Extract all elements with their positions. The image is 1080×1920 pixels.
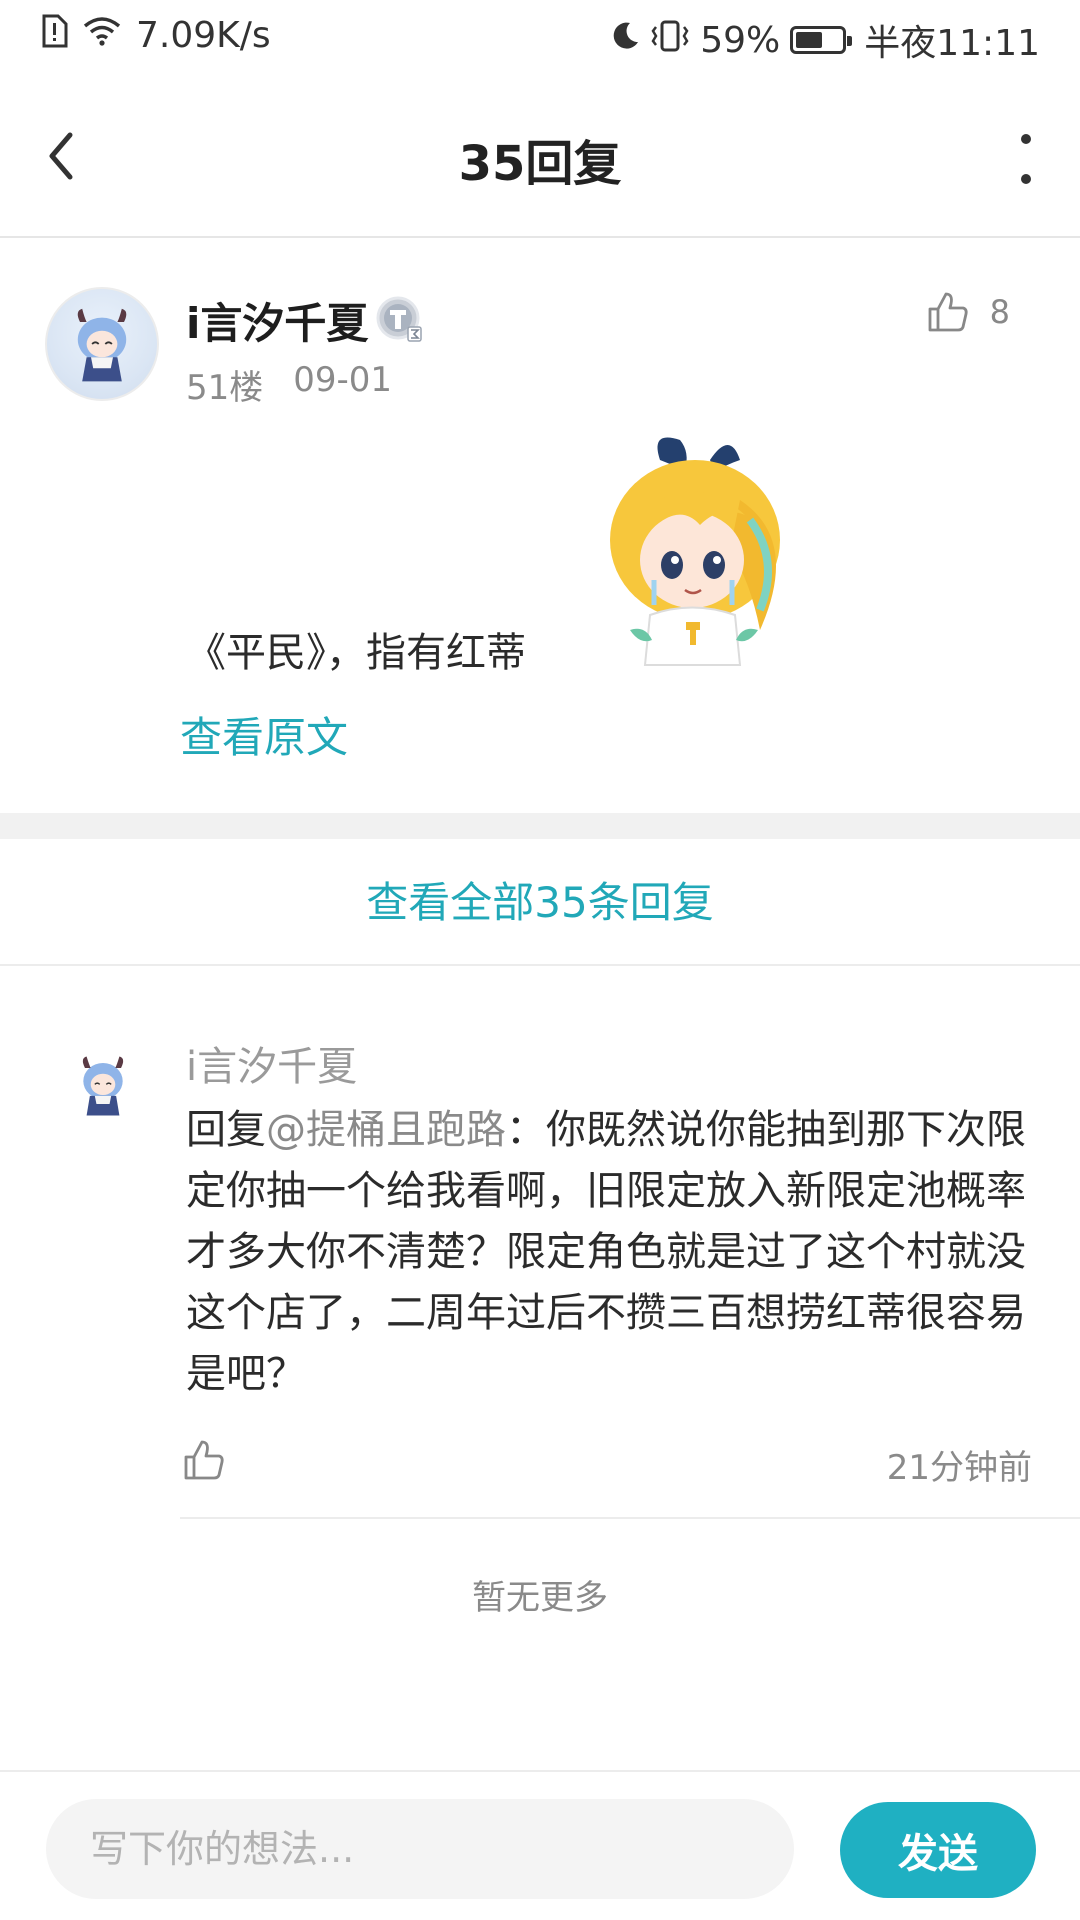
sim-alert-icon (40, 14, 68, 57)
battery-icon (790, 26, 853, 54)
reply-avatar[interactable] (62, 1045, 144, 1127)
post-like-button[interactable]: 8 (926, 290, 1010, 334)
status-right: 59% 半夜11:11 (610, 14, 1040, 66)
comment-input[interactable] (46, 1799, 794, 1899)
status-time: 半夜11:11 (864, 23, 1040, 64)
battery-percent: 59% (700, 19, 781, 61)
status-bar: 7.09K/s 59% 半夜11:11 (0, 0, 1080, 76)
status-left: 7.09K/s (40, 14, 271, 57)
avatar-image (82, 1056, 124, 1116)
reply-like-button[interactable] (182, 1438, 226, 1482)
wifi-icon (82, 15, 122, 56)
post-avatar[interactable] (45, 287, 159, 401)
view-original-link[interactable]: 查看原文 (180, 704, 348, 765)
reply-text: 回复@提桶且跑路：你既然说你能抽到那下次限定你抽一个给我看啊，旧限定放入新限定池… (186, 1100, 1036, 1405)
reply-colon: ： (506, 1107, 546, 1153)
page-title: 35回复 (458, 136, 622, 192)
battery-fill (796, 32, 823, 48)
comment-bar: 发送 (0, 1770, 1080, 1920)
reply-prefix: 回复 (186, 1107, 266, 1153)
moon-icon (610, 20, 640, 61)
nav-header: 35回复 (0, 76, 1080, 238)
view-all-replies-link[interactable]: 查看全部35条回复 (0, 840, 1080, 966)
no-more-label: 暂无更多 (472, 1578, 608, 1618)
post-date: 09-01 (293, 360, 393, 400)
thumbs-up-icon (184, 1440, 224, 1480)
avatar-image (77, 308, 127, 382)
post-meta: 51楼 09-01 (186, 360, 392, 409)
sticker-image (590, 430, 800, 670)
thumbs-up-icon (928, 292, 968, 332)
more-button[interactable] (1016, 134, 1036, 184)
reply-divider (180, 1517, 1080, 1519)
reply-username[interactable]: i言汐千夏 (186, 1034, 357, 1092)
reply-timestamp: 21分钟前 (886, 1448, 1032, 1488)
level-badge-icon (376, 296, 424, 344)
section-divider (0, 813, 1080, 839)
reply-mention[interactable]: @提桶且跑路 (266, 1107, 506, 1153)
post-floor: 51楼 (186, 368, 264, 408)
post-username[interactable]: i言汐千夏 (186, 290, 368, 351)
post-like-count: 8 (989, 293, 1010, 331)
network-speed: 7.09K/s (136, 15, 271, 56)
vibrate-icon (650, 19, 690, 62)
send-button[interactable]: 发送 (840, 1802, 1036, 1898)
post-text: 《平民》，指有红蒂 (186, 630, 526, 676)
